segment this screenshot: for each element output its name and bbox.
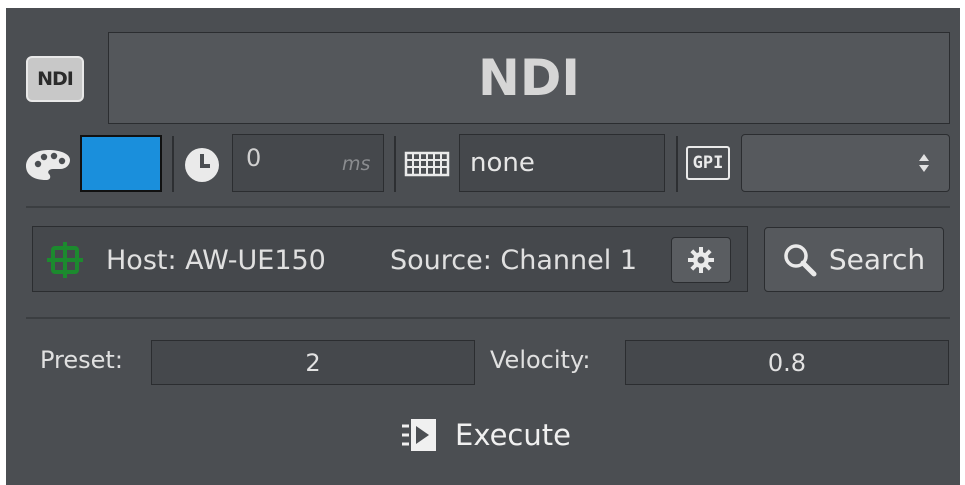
execute-label: Execute	[455, 418, 571, 452]
velocity-label: Velocity:	[490, 346, 591, 374]
panel-title: NDI	[108, 32, 950, 124]
source-channel-label: Source: Channel 1	[390, 245, 638, 276]
delay-value: 0	[246, 144, 262, 172]
color-swatch[interactable]	[80, 135, 162, 192]
section-divider	[26, 317, 950, 319]
gpi-select[interactable]	[741, 134, 950, 192]
source-host-label: Host: AW-UE150	[106, 245, 326, 276]
preset-label: Preset:	[40, 346, 123, 374]
keyboard-icon	[404, 150, 450, 178]
gpi-icon: GPI	[686, 146, 734, 182]
section-divider	[26, 206, 950, 208]
gear-icon	[688, 247, 714, 273]
execute-icon	[402, 419, 436, 451]
search-icon	[784, 243, 817, 276]
select-arrows-icon	[918, 151, 930, 175]
preset-field[interactable]: 2	[151, 340, 475, 385]
clock-icon	[182, 145, 222, 185]
execute-button[interactable]: Execute	[401, 410, 571, 460]
palette-icon	[24, 148, 72, 182]
search-button[interactable]: Search	[764, 227, 944, 292]
ndi-control-panel: NDI NDI 0 ms none GPI Host: AW-UE150 Sou…	[6, 8, 960, 485]
source-settings-button[interactable]	[671, 237, 731, 283]
ndi-badge-icon: NDI	[26, 56, 84, 102]
network-icon	[46, 241, 84, 279]
separator	[676, 136, 678, 192]
hotkey-field[interactable]: none	[459, 134, 665, 192]
search-button-label: Search	[828, 243, 926, 276]
separator	[172, 136, 174, 192]
separator	[394, 136, 396, 192]
gpi-label: GPI	[686, 146, 730, 180]
delay-unit-label: ms	[342, 153, 371, 175]
velocity-field[interactable]: 0.8	[625, 340, 949, 385]
